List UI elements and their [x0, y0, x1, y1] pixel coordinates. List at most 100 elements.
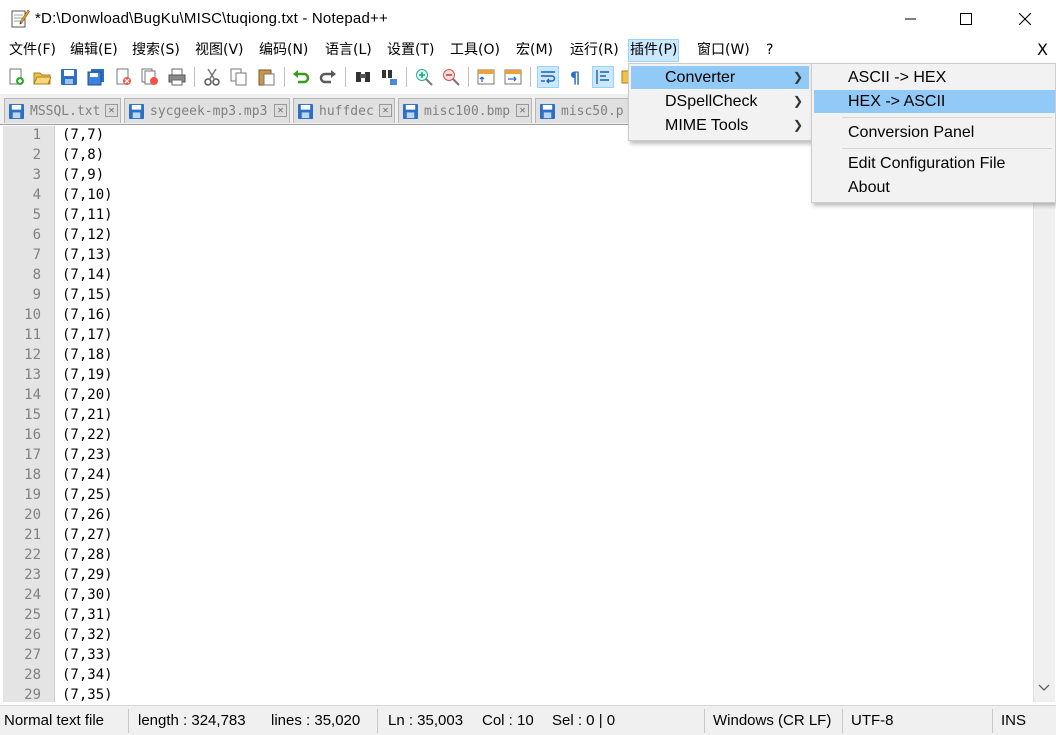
word-wrap-icon[interactable] [537, 66, 559, 88]
menu-search[interactable]: 搜索(S) [131, 40, 181, 61]
editor-line[interactable]: 14 (7,20) [3, 385, 1033, 405]
tab-close-icon[interactable]: ✕ [379, 104, 392, 117]
editor-line[interactable]: 13 (7,19) [3, 365, 1033, 385]
line-text[interactable]: (7,31) [62, 605, 113, 625]
line-text[interactable]: (7,22) [62, 425, 113, 445]
line-text[interactable]: (7,28) [62, 545, 113, 565]
menu-tools[interactable]: 工具(O) [449, 40, 501, 61]
sync-vertical-icon[interactable] [475, 66, 497, 88]
new-file-icon[interactable] [5, 66, 27, 88]
menu-file[interactable]: 文件(F) [8, 40, 57, 61]
sync-horizontal-icon[interactable] [502, 66, 524, 88]
line-text[interactable]: (7,12) [62, 225, 113, 245]
editor-line[interactable]: 26 (7,32) [3, 625, 1033, 645]
tab-close-icon[interactable]: ✕ [274, 104, 287, 117]
line-text[interactable]: (7,20) [62, 385, 113, 405]
tab-close-icon[interactable]: ✕ [105, 104, 118, 117]
text-editor[interactable]: 1 (7,7) 2 (7,8) 3 (7,9) 4 (7,10) 5 (7,11) 6 (7,12) 7… [3, 126, 1033, 702]
menu-language[interactable]: 语言(L) [324, 40, 373, 61]
line-text[interactable]: (7,35) [62, 685, 113, 702]
tab-misc100[interactable]: misc100.bmp ✕ [398, 98, 532, 123]
line-text[interactable]: (7,27) [62, 525, 113, 545]
maximize-button[interactable] [937, 0, 995, 38]
editor-line[interactable]: 24 (7,30) [3, 585, 1033, 605]
line-text[interactable]: (7,19) [62, 365, 113, 385]
close-document-button[interactable]: X [1037, 40, 1048, 59]
close-all-icon[interactable] [139, 66, 161, 88]
menu-edit[interactable]: 编辑(E) [69, 40, 119, 61]
menu-run[interactable]: 运行(R) [569, 40, 620, 61]
line-text[interactable]: (7,16) [62, 305, 113, 325]
copy-icon[interactable] [228, 66, 250, 88]
editor-line[interactable]: 7 (7,13) [3, 245, 1033, 265]
line-text[interactable]: (7,14) [62, 265, 113, 285]
editor-line[interactable]: 12 (7,18) [3, 345, 1033, 365]
editor-line[interactable]: 29 (7,35) [3, 685, 1033, 702]
line-text[interactable]: (7,30) [62, 585, 113, 605]
editor-line[interactable]: 28 (7,34) [3, 665, 1033, 685]
undo-icon[interactable] [290, 66, 312, 88]
tab-mssql[interactable]: MSSQL.txt ✕ [4, 98, 121, 123]
save-icon[interactable] [58, 66, 80, 88]
editor-line[interactable]: 19 (7,25) [3, 485, 1033, 505]
line-text[interactable]: (7,29) [62, 565, 113, 585]
menu-item-ascii-to-hex[interactable]: ASCII -> HEX [814, 66, 1055, 89]
tab-sycgeek[interactable]: sycgeek-mp3.mp3 ✕ [124, 98, 290, 123]
line-text[interactable]: (7,10) [62, 185, 113, 205]
tab-close-icon[interactable]: ✕ [516, 104, 529, 117]
open-file-icon[interactable] [31, 66, 53, 88]
menu-item-about[interactable]: About [814, 176, 1055, 199]
menu-view[interactable]: 视图(V) [194, 40, 245, 61]
editor-line[interactable]: 6 (7,12) [3, 225, 1033, 245]
line-text[interactable]: (7,18) [62, 345, 113, 365]
menu-settings[interactable]: 设置(T) [386, 40, 435, 61]
editor-line[interactable]: 5 (7,11) [3, 205, 1033, 225]
show-all-characters-icon[interactable]: ¶ [564, 66, 586, 88]
editor-line[interactable]: 17 (7,23) [3, 445, 1033, 465]
line-text[interactable]: (7,26) [62, 505, 113, 525]
line-text[interactable]: (7,11) [62, 205, 113, 225]
editor-line[interactable]: 22 (7,28) [3, 545, 1033, 565]
line-text[interactable]: (7,17) [62, 325, 113, 345]
cut-icon[interactable] [201, 66, 223, 88]
line-text[interactable]: (7,24) [62, 465, 113, 485]
line-text[interactable]: (7,7) [62, 126, 104, 145]
replace-icon[interactable] [379, 66, 401, 88]
save-all-icon[interactable] [85, 66, 107, 88]
editor-line[interactable]: 10 (7,16) [3, 305, 1033, 325]
print-icon[interactable] [166, 66, 188, 88]
editor-line[interactable]: 27 (7,33) [3, 645, 1033, 665]
tab-misc50[interactable]: misc50.p [535, 98, 635, 123]
editor-line[interactable]: 11 (7,17) [3, 325, 1033, 345]
line-text[interactable]: (7,34) [62, 665, 113, 685]
scroll-down-arrow-icon[interactable] [1037, 682, 1051, 696]
line-text[interactable]: (7,8) [62, 145, 104, 165]
editor-line[interactable]: 23 (7,29) [3, 565, 1033, 585]
line-text[interactable]: (7,23) [62, 445, 113, 465]
editor-line[interactable]: 15 (7,21) [3, 405, 1033, 425]
line-text[interactable]: (7,32) [62, 625, 113, 645]
line-text[interactable]: (7,33) [62, 645, 113, 665]
close-file-icon[interactable] [112, 66, 134, 88]
menu-item-edit-configuration[interactable]: Edit Configuration File [814, 152, 1055, 175]
minimize-button[interactable] [882, 0, 940, 38]
zoom-out-icon[interactable] [440, 66, 462, 88]
menu-item-converter[interactable]: Converter ❯ [631, 66, 809, 89]
find-icon[interactable] [352, 66, 374, 88]
menu-item-mime-tools[interactable]: MIME Tools ❯ [631, 114, 809, 137]
close-button[interactable] [996, 0, 1054, 38]
zoom-in-icon[interactable] [413, 66, 435, 88]
menu-macro[interactable]: 宏(M) [515, 40, 554, 61]
editor-line[interactable]: 25 (7,31) [3, 605, 1033, 625]
line-text[interactable]: (7,9) [62, 165, 104, 185]
editor-line[interactable]: 16 (7,22) [3, 425, 1033, 445]
editor-line[interactable]: 21 (7,27) [3, 525, 1033, 545]
menu-item-hex-to-ascii[interactable]: HEX -> ASCII [814, 90, 1055, 113]
tab-huffdec[interactable]: huffdec ✕ [293, 98, 395, 123]
line-text[interactable]: (7,13) [62, 245, 113, 265]
redo-icon[interactable] [317, 66, 339, 88]
line-text[interactable]: (7,25) [62, 485, 113, 505]
paste-icon[interactable] [255, 66, 277, 88]
menu-help[interactable]: ? [765, 40, 774, 61]
line-text[interactable]: (7,21) [62, 405, 113, 425]
